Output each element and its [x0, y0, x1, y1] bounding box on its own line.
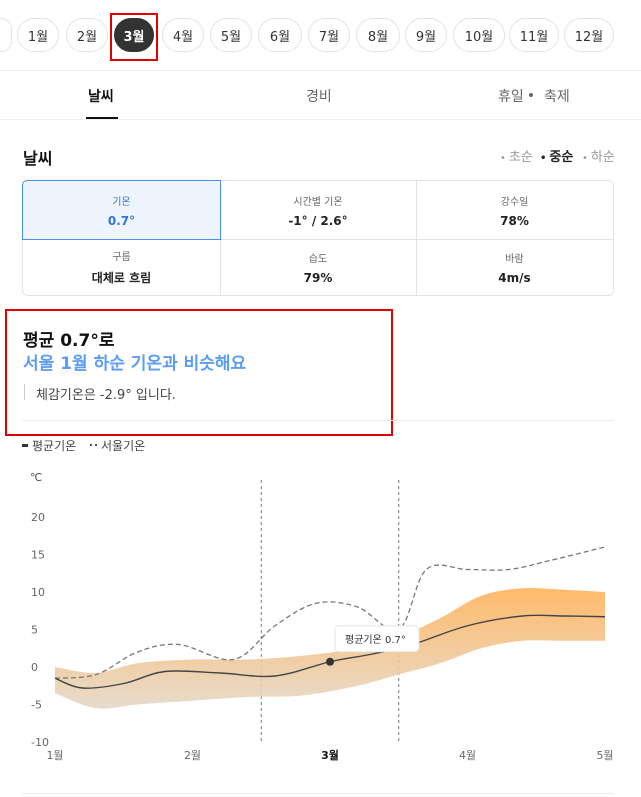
temperature-range-band: [55, 587, 605, 709]
month-pill-may[interactable]: 5월: [210, 18, 252, 52]
legend-average-label: 평균기온: [32, 439, 77, 453]
period-early[interactable]: • 초순: [500, 146, 533, 165]
y-tick-label: 15: [31, 549, 45, 562]
period-mid-label: 중순: [549, 150, 574, 165]
stat-humidity[interactable]: 습도 79%: [220, 239, 416, 295]
stat-label: 구름: [112, 252, 131, 263]
x-tick-label: 4월: [459, 749, 476, 762]
stat-value: 4m/s: [498, 270, 531, 285]
stat-label: 시간별 기온: [293, 196, 343, 208]
stat-label: 습도: [308, 253, 328, 265]
tab-festival[interactable]: 축제: [544, 86, 570, 106]
tab-bar: 날씨 경비 휴일 축제: [0, 70, 641, 120]
section-divider: [22, 420, 614, 421]
x-tick-label: 3월: [321, 748, 339, 762]
summary-feels-like: 체감기온은 -2.9° 입니다.: [36, 388, 176, 403]
period-mid[interactable]: • 중순: [540, 146, 573, 165]
month-pill-sep[interactable]: 9월: [405, 18, 447, 52]
month-pill-prev-partial[interactable]: [0, 18, 12, 52]
summary-comparison: 서울 1월 하순 기온과 비슷해요: [23, 354, 247, 374]
legend-solid-swatch: [22, 444, 28, 447]
month-pill-jul[interactable]: 7월: [308, 18, 350, 52]
stat-value: 79%: [303, 270, 333, 285]
tab-weather[interactable]: 날씨: [88, 86, 114, 106]
bottom-divider: [22, 793, 614, 794]
section-title: 날씨: [23, 149, 53, 168]
legend-seoul-label: 서울기온: [101, 439, 146, 453]
x-tick-label: 5월: [596, 749, 613, 762]
stat-value: -1° / 2.6°: [288, 213, 348, 228]
y-tick-label: 10: [31, 586, 45, 599]
summary-average: 평균 0.7°로: [23, 331, 115, 351]
stat-hourly-temp[interactable]: 시간별 기온 -1° / 2.6°: [220, 181, 416, 239]
y-tick-label: -5: [31, 699, 42, 712]
stat-label: 기온: [112, 196, 131, 208]
stat-label: 강수일: [500, 196, 529, 208]
month-pill-dec[interactable]: 12월: [564, 18, 614, 52]
stat-label: 바람: [505, 253, 524, 265]
month-pill-jun[interactable]: 6월: [258, 18, 302, 52]
month-pill-oct[interactable]: 10월: [453, 18, 505, 52]
tab-cost[interactable]: 경비: [306, 86, 332, 106]
summary-quote-bar: [24, 384, 25, 400]
month-pill-feb[interactable]: 2월: [66, 18, 108, 52]
month-pill-jan[interactable]: 1월: [17, 18, 59, 52]
month-pill-apr[interactable]: 4월: [162, 18, 204, 52]
x-tick-label: 2월: [184, 749, 201, 762]
current-point-marker: [326, 657, 334, 666]
selection-highlight: [110, 13, 158, 61]
tab-holiday[interactable]: 휴일: [498, 86, 524, 106]
tab-separator-dot: [529, 93, 533, 97]
period-early-label: 초순: [508, 150, 533, 165]
y-tick-label: 5: [31, 624, 38, 637]
stat-value: 78%: [500, 213, 529, 228]
stat-value: 대체로 흐림: [91, 271, 152, 285]
month-selector: 1월 2월 3월 4월 5월 6월 7월 8월 9월 10월 11월 12월: [0, 0, 641, 70]
stat-cloud[interactable]: 구름 대체로 흐림: [23, 239, 220, 295]
month-pill-nov[interactable]: 11월: [509, 18, 559, 52]
stat-rain-days[interactable]: 강수일 78%: [416, 181, 613, 239]
marker-tooltip-label: 평균기온 0.7°: [345, 634, 406, 646]
x-tick-label: 1월: [46, 749, 63, 762]
weather-stats-grid: 기온 0.7° 시간별 기온 -1° / 2.6° 강수일 78% 구름 대체로…: [22, 180, 614, 296]
y-axis-unit: ℃: [30, 471, 42, 484]
temperature-chart: ℃ 20 15 10 5 0 -5 -10 평균기온 0.7° 1월 2월 3월 4월 5월: [30, 471, 614, 762]
period-late-label: 하순: [590, 150, 615, 165]
y-tick-label: 0: [31, 661, 38, 674]
y-tick-label: -10: [31, 736, 49, 749]
legend-average: 평균기온: [22, 437, 76, 454]
month-pill-aug[interactable]: 8월: [356, 18, 400, 52]
stat-temperature[interactable]: 기온 0.7°: [22, 180, 221, 240]
tab-active-indicator: [86, 117, 118, 119]
stat-value: 0.7°: [107, 213, 136, 228]
y-tick-label: 20: [31, 511, 45, 524]
legend-seoul: 서울기온: [90, 437, 145, 454]
stat-wind[interactable]: 바람 4m/s: [416, 239, 613, 295]
period-late[interactable]: • 하순: [582, 146, 615, 165]
legend-dash-swatch: [90, 444, 97, 447]
